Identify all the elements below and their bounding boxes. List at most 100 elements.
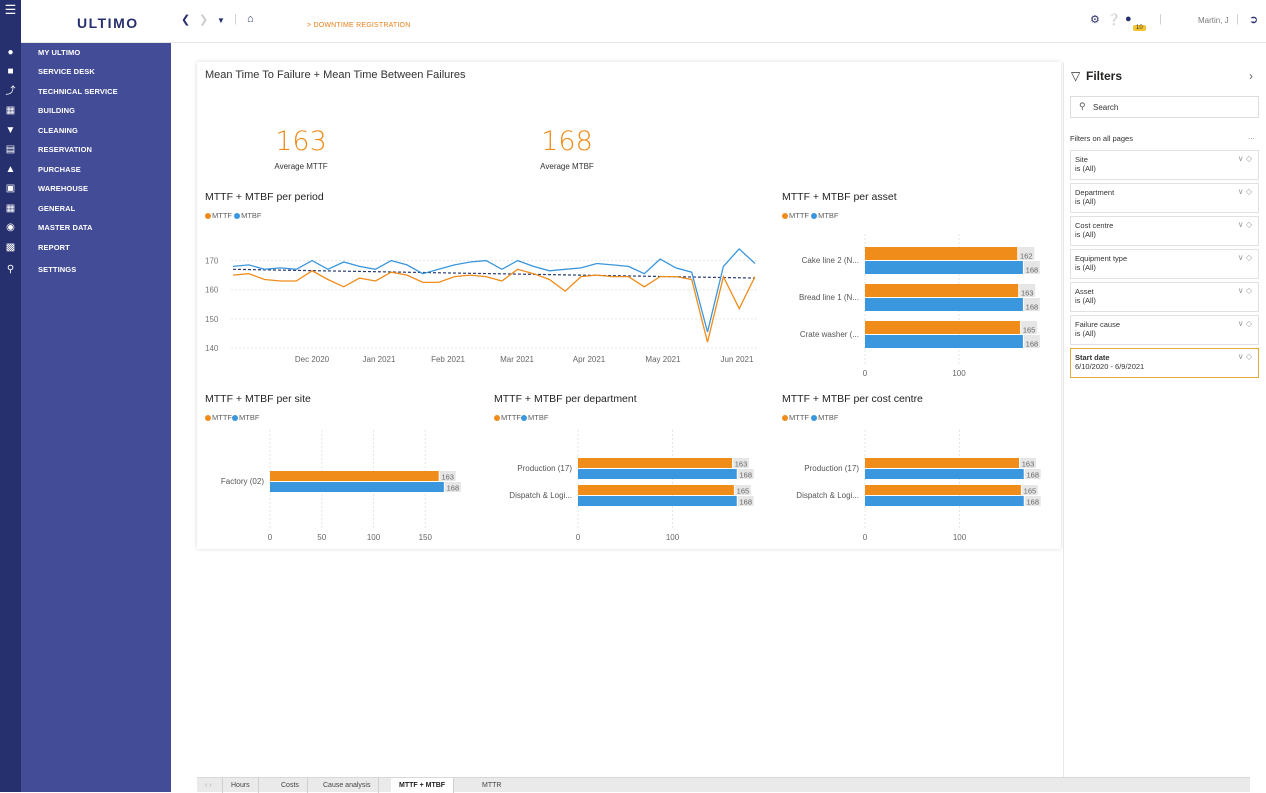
data-label: 165 [1024,487,1037,496]
x-tick-label: 100 [952,369,966,378]
bar-mttf [865,284,1019,297]
data-label: 163 [441,473,454,482]
calendar-icon[interactable]: ▤ [0,144,21,156]
legend-mttf-label: MTTF [789,211,809,220]
filter-card-department[interactable]: Department is (All) ∨ ◇ [1070,183,1259,213]
legend-mtbf-label: MTBF [818,211,839,220]
tab-scroll-arrows-icon[interactable]: ‹ › [197,778,223,793]
expand-and-eraser-icons[interactable]: ∨ ◇ [1238,286,1252,295]
home-icon[interactable]: ⌂ [247,13,254,25]
bar-mttf [578,485,734,495]
grid-icon[interactable]: ▦ [0,203,21,215]
help-icon[interactable]: ❔ [1107,13,1121,26]
nav-item-report[interactable]: REPORT [38,243,70,252]
tab-cause-analysis[interactable]: Cause analysis [315,778,380,793]
history-dropdown-icon[interactable]: ▼ [217,16,225,25]
tab-hours[interactable]: Hours [223,778,259,793]
more-options-icon[interactable]: ... [1248,132,1255,141]
legend-period: MTTF MTBF [205,211,262,220]
tab-mttf-mtbf[interactable]: MTTF + MTBF [391,778,455,793]
data-label: 168 [1027,471,1040,480]
nav-item-general[interactable]: GENERAL [38,204,75,213]
expand-and-eraser-icons[interactable]: ∨ ◇ [1238,352,1252,361]
bar-chart-cost-centre[interactable]: 0 100 Production (17) 163 168 Dispatch & Logi… [775,430,1057,548]
box-icon[interactable]: ▣ [0,183,21,195]
collapse-filters-icon[interactable]: › [1249,69,1253,83]
nav-item-master-data[interactable]: MASTER DATA [38,223,93,232]
bar-chart-asset[interactable]: 0 100 Cake line 2 (N... 162 168 Bread line 1 … [782,234,1057,382]
data-label: 163 [1021,289,1034,298]
hamburger-menu-icon[interactable]: ☰ [0,3,21,16]
bar-mttf [865,321,1021,334]
building-icon[interactable]: ▦ [0,105,21,117]
data-label: 168 [740,471,753,480]
expand-and-eraser-icons[interactable]: ∨ ◇ [1238,220,1252,229]
key-icon[interactable]: ⚲ [0,264,21,276]
chart-title-site: MTTF + MTBF per site [205,393,311,405]
expand-and-eraser-icons[interactable]: ∨ ◇ [1238,187,1252,196]
user-name[interactable]: Martin, J [1198,16,1229,25]
expand-and-eraser-icons[interactable]: ∨ ◇ [1238,253,1252,262]
bell-icon[interactable]: ● [1125,13,1132,25]
filter-value: is (All) [1075,164,1096,173]
y-tick-label: 170 [205,257,219,266]
page-tabs: ‹ › Hours Costs Cause analysis MTTF + MT… [197,777,1250,793]
filter-card-start-date[interactable]: Start date 6/10/2020 - 6/9/2021 ∨ ◇ [1070,348,1259,378]
legend-mttf-label: MTTF [501,413,521,422]
expand-and-eraser-icons[interactable]: ∨ ◇ [1238,319,1252,328]
gear-icon[interactable]: ⚙ [1090,13,1100,26]
filter-name: Site [1075,155,1088,164]
data-label: 168 [1027,498,1040,507]
filter-card-cost-centre[interactable]: Cost centre is (All) ∨ ◇ [1070,216,1259,246]
filter-card-failure-cause[interactable]: Failure cause is (All) ∨ ◇ [1070,315,1259,345]
legend-mttf-dot [782,212,788,219]
nav-item-building[interactable]: BUILDING [38,106,75,115]
page-title: Mean Time To Failure + Mean Time Between… [205,69,466,81]
nav-item-settings[interactable]: SETTINGS [38,265,76,274]
back-icon[interactable]: ❮ [181,13,190,26]
filter-name: Equipment type [1075,254,1128,263]
expand-and-eraser-icons[interactable]: ∨ ◇ [1238,154,1252,163]
chart-title-department: MTTF + MTBF per department [494,393,637,405]
wrench-icon[interactable]: ⤴ [0,86,21,98]
breadcrumb-current[interactable]: DOWNTIME REGISTRATION [313,22,410,29]
tab-costs[interactable]: Costs [273,778,308,793]
filter-value: is (All) [1075,197,1096,206]
tab-mttr[interactable]: MTTR [474,778,509,793]
kpi-mttf-label: Average MTTF [274,162,328,171]
nav-item-warehouse[interactable]: WAREHOUSE [38,184,88,193]
legend-mttf-dot [205,212,211,219]
legend-mttf-dot [494,414,500,421]
nav-item-technical-service[interactable]: TECHNICAL SERVICE [38,87,118,96]
top-bar: ULTIMO ❮ ❯ ▼ | ⌂ > DOWNTIME REGISTRATION… [21,0,1266,43]
database-icon[interactable]: ◉ [0,222,21,234]
forward-icon[interactable]: ❯ [199,13,208,26]
diamond-icon[interactable]: ▼ [0,125,21,137]
filter-search-input[interactable]: ⚲ Search [1070,96,1259,118]
filter-card-site[interactable]: Site is (All) ∨ ◇ [1070,150,1259,180]
chart-title-asset: MTTF + MTBF per asset [782,191,897,203]
data-label: 165 [1023,326,1036,335]
nav-item-reservation[interactable]: RESERVATION [38,145,92,154]
chat-icon[interactable]: ■ [0,66,21,78]
nav-item-service-desk[interactable]: SERVICE DESK [38,67,95,76]
nav-item-purchase[interactable]: PURCHASE [38,165,81,174]
report-icon[interactable]: ▩ [0,242,21,254]
cart-icon[interactable]: ▲ [0,164,21,176]
x-tick-label: 100 [367,533,381,542]
filter-card-equipment-type[interactable]: Equipment type is (All) ∨ ◇ [1070,249,1259,279]
x-tick-label: Jun 2021 [721,355,754,364]
logout-icon[interactable]: ➲ [1249,13,1258,26]
user-icon[interactable]: ● [0,47,21,59]
line-chart-period[interactable]: 140 150 160 170 Dec 2020 Jan 2021 Feb 2021 Mar … [197,238,767,382]
legend-mtbf-dot [811,212,818,219]
bar-chart-site[interactable]: 0 50 100 150 Factory (02) 163 168 [197,430,487,548]
filter-card-asset[interactable]: Asset is (All) ∨ ◇ [1070,282,1259,312]
filter-value: is (All) [1075,230,1096,239]
nav-item-cleaning[interactable]: CLEANING [38,126,78,135]
breadcrumb[interactable]: > DOWNTIME REGISTRATION [307,22,410,29]
ultimo-logo[interactable]: ULTIMO [77,15,139,31]
filter-name: Failure cause [1075,320,1121,329]
nav-item-my-ultimo[interactable]: MY ULTIMO [38,48,80,57]
bar-chart-department[interactable]: 0 100 Production (17) 163 168 Dispatch & Logi… [487,430,772,548]
